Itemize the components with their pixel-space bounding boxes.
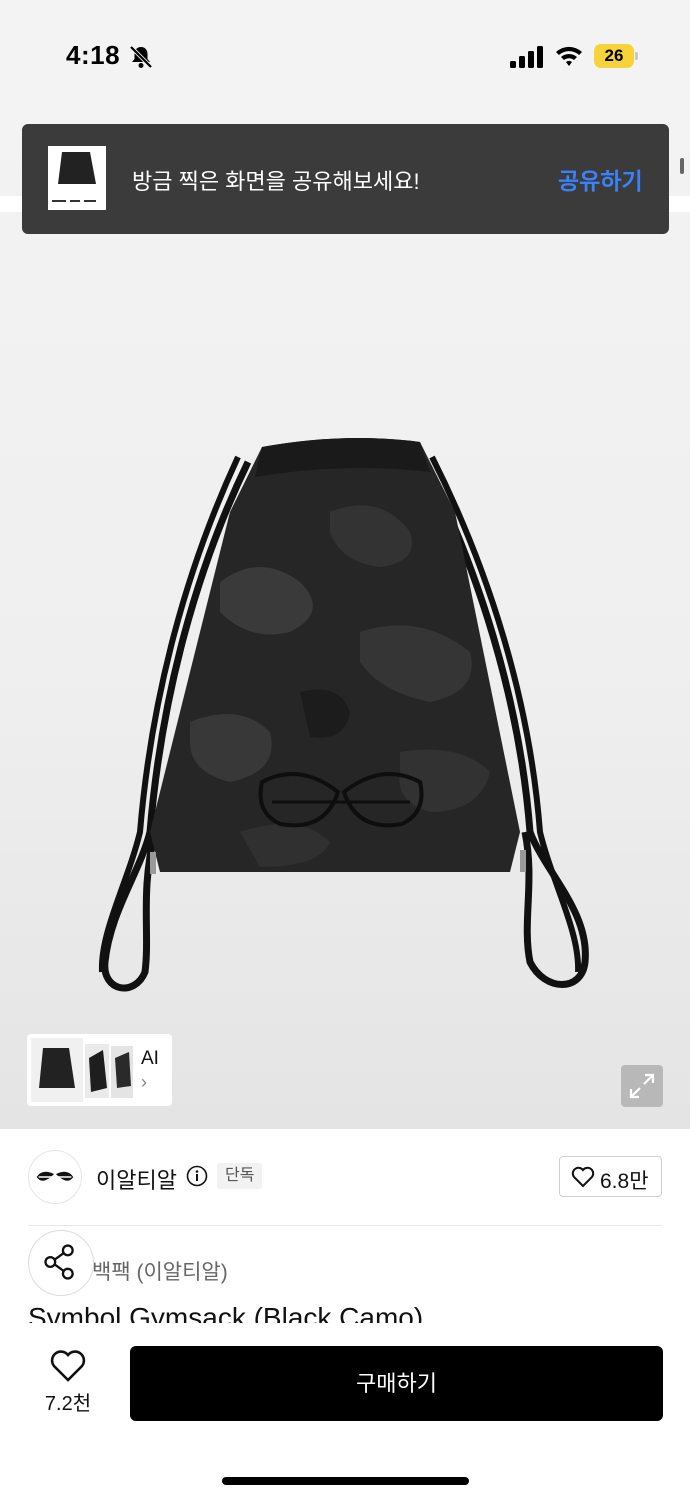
share-toast: 방금 찍은 화면을 공유해보세요! 공유하기 bbox=[22, 124, 669, 234]
heart-icon[interactable] bbox=[50, 1349, 86, 1383]
screenshot-preview bbox=[52, 152, 96, 202]
brand-like-button[interactable]: 6.8만 bbox=[559, 1156, 662, 1197]
share-now-button[interactable]: 공유하기 bbox=[558, 162, 643, 196]
home-indicator[interactable] bbox=[222, 1477, 469, 1485]
share-icon bbox=[44, 1244, 74, 1280]
exclusive-badge: 단독 bbox=[217, 1163, 263, 1189]
buy-button[interactable]: 구매하기 bbox=[130, 1346, 663, 1421]
brand-logo[interactable] bbox=[28, 1150, 82, 1204]
battery-level: 26 bbox=[604, 46, 624, 65]
battery-icon: 26 bbox=[594, 44, 638, 68]
thumbnail-strip bbox=[31, 1038, 133, 1102]
product-image bbox=[98, 438, 589, 992]
product-category[interactable]: 백팩 (이알티알) bbox=[92, 1256, 228, 1286]
brand-logo-mark bbox=[36, 1171, 74, 1181]
bell-slash-icon bbox=[129, 45, 153, 69]
heart-icon bbox=[571, 1166, 595, 1188]
wishlist-count: 7.2천 bbox=[44, 1393, 92, 1415]
wifi-icon bbox=[556, 46, 582, 66]
info-icon[interactable] bbox=[186, 1165, 208, 1187]
expand-image-button[interactable] bbox=[621, 1065, 663, 1107]
toast-message: 방금 찍은 화면을 공유해보세요! bbox=[132, 169, 420, 194]
ai-label: AI bbox=[141, 1048, 159, 1069]
signal-icon bbox=[510, 46, 543, 68]
divider bbox=[28, 1225, 662, 1226]
ai-gallery-card[interactable]: AI › bbox=[27, 1034, 172, 1106]
share-button[interactable] bbox=[28, 1230, 94, 1296]
status-bar: 4:18 26 bbox=[0, 0, 690, 112]
brand-like-count: 6.8만 bbox=[600, 1170, 649, 1193]
status-time: 4:18 bbox=[66, 40, 121, 70]
battery-cap bbox=[635, 52, 638, 60]
scroll-indicator bbox=[680, 158, 684, 174]
expand-icon bbox=[629, 1073, 655, 1099]
bottom-action-bar: 7.2천 구매하기 bbox=[0, 1323, 690, 1500]
screenshot-thumbnail[interactable] bbox=[48, 146, 106, 210]
product-image-gallery[interactable]: AI › bbox=[0, 112, 690, 1129]
chevron-right-icon: › bbox=[141, 1072, 147, 1092]
brand-name[interactable]: 이알티알 bbox=[96, 1163, 177, 1195]
